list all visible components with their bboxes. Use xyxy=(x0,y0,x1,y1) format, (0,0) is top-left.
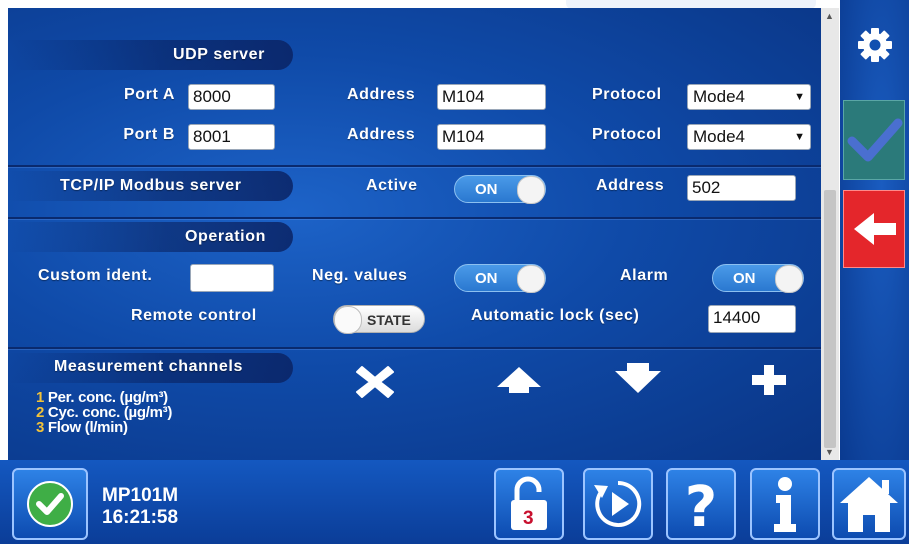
active-toggle-text: ON xyxy=(475,181,498,198)
automatic-lock-input[interactable]: 14400 xyxy=(708,305,796,333)
svg-text:?: ? xyxy=(685,475,717,538)
replay-icon xyxy=(594,480,642,527)
channel-item[interactable]: 2 Cyc. conc. (µg/m³) xyxy=(36,405,172,420)
udp-title: UDP server xyxy=(173,46,265,63)
channel-item[interactable]: 3 Flow (l/min) xyxy=(36,420,172,435)
vertical-scrollbar[interactable]: ▲ ▼ xyxy=(821,8,839,460)
info-button[interactable] xyxy=(750,468,820,540)
remote-control-label: Remote control xyxy=(131,307,257,324)
active-label: Active xyxy=(366,177,418,194)
help-button[interactable]: ? xyxy=(666,468,736,540)
separator xyxy=(8,347,821,349)
protocol-a-label: Protocol xyxy=(592,86,662,103)
channel-list: 1 Per. conc. (µg/m³) 2 Cyc. conc. (µg/m³… xyxy=(36,390,172,435)
separator xyxy=(8,165,821,167)
automatic-lock-label: Automatic lock (sec) xyxy=(471,307,640,324)
alarm-toggle-text: ON xyxy=(733,270,756,287)
scroll-up-icon[interactable]: ▲ xyxy=(825,11,834,21)
gear-icon xyxy=(858,28,892,62)
channel-item[interactable]: 1 Per. conc. (µg/m³) xyxy=(36,390,172,405)
custom-ident-label: Custom ident. xyxy=(38,267,153,284)
protocol-b-value: Mode4 xyxy=(693,127,745,146)
port-a-label: Port A xyxy=(123,86,175,103)
remote-control-toggle-text: STATE xyxy=(367,312,411,328)
custom-ident-input[interactable] xyxy=(190,264,274,292)
channel-label: Flow (l/min) xyxy=(47,419,128,436)
dropdown-arrow-icon: ▼ xyxy=(794,91,805,103)
protocol-b-select[interactable]: Mode4 ▼ xyxy=(687,124,811,150)
move-down-button[interactable] xyxy=(613,361,661,399)
arrow-down-icon xyxy=(615,363,661,393)
alarm-label: Alarm xyxy=(620,267,669,284)
port-b-label: Port B xyxy=(123,126,175,143)
lock-button[interactable]: 3 xyxy=(494,468,564,540)
info-icon xyxy=(774,477,796,532)
tcp-title: TCP/IP Modbus server xyxy=(60,177,242,194)
confirm-button[interactable] xyxy=(843,100,905,180)
settings-panel: UDP server Port A 8000 Address M104 Prot… xyxy=(8,8,821,460)
scrollbar-thumb[interactable] xyxy=(824,190,836,448)
port-b-input[interactable]: 8001 xyxy=(188,124,275,150)
operation-title: Operation xyxy=(185,228,266,245)
device-name: MP101M xyxy=(102,485,179,506)
home-button[interactable] xyxy=(832,468,906,540)
protocol-a-select[interactable]: Mode4 ▼ xyxy=(687,84,811,110)
protocol-a-value: Mode4 xyxy=(693,87,745,106)
alarm-toggle[interactable]: ON xyxy=(712,264,804,293)
neg-values-label: Neg. values xyxy=(312,267,408,284)
address-b-label: Address xyxy=(347,126,416,143)
status-ok-button[interactable] xyxy=(12,468,88,540)
dropdown-arrow-icon: ▼ xyxy=(794,131,805,143)
arrow-left-icon xyxy=(854,213,896,245)
toggle-knob xyxy=(517,265,545,293)
plus-icon xyxy=(752,365,786,395)
scroll-down-icon[interactable]: ▼ xyxy=(825,447,834,457)
delete-channel-button[interactable] xyxy=(352,361,398,399)
separator xyxy=(8,217,821,219)
toggle-knob xyxy=(334,306,362,334)
add-channel-button[interactable] xyxy=(746,361,792,399)
address-b-input[interactable]: M104 xyxy=(437,124,546,150)
home-icon xyxy=(840,477,898,532)
channels-title: Measurement channels xyxy=(54,358,243,375)
checkmark-icon xyxy=(847,118,903,162)
delete-icon xyxy=(356,366,394,398)
neg-values-toggle[interactable]: ON xyxy=(454,264,546,293)
question-mark-icon: ? xyxy=(685,475,717,540)
tcp-address-input[interactable]: 502 xyxy=(687,175,796,201)
toggle-knob xyxy=(517,176,545,204)
remote-control-toggle[interactable]: STATE xyxy=(333,305,425,334)
channel-number: 3 xyxy=(36,419,45,436)
tcp-address-label: Address xyxy=(596,177,665,194)
settings-button[interactable] xyxy=(843,14,905,76)
run-button[interactable] xyxy=(583,468,653,540)
toggle-knob xyxy=(775,265,803,293)
ok-status-icon xyxy=(27,481,73,527)
address-a-input[interactable]: M104 xyxy=(437,84,546,110)
neg-values-toggle-text: ON xyxy=(475,270,498,287)
device-time: 16:21:58 xyxy=(102,507,179,528)
protocol-b-label: Protocol xyxy=(592,126,662,143)
arrow-up-icon xyxy=(497,367,541,393)
move-up-button[interactable] xyxy=(494,361,541,399)
back-button[interactable] xyxy=(843,190,905,268)
address-a-label: Address xyxy=(347,86,416,103)
port-a-input[interactable]: 8000 xyxy=(188,84,275,110)
active-toggle[interactable]: ON xyxy=(454,175,546,204)
app-screen: UDP server Port A 8000 Address M104 Prot… xyxy=(0,0,909,544)
lock-level-badge: 3 xyxy=(523,508,534,529)
